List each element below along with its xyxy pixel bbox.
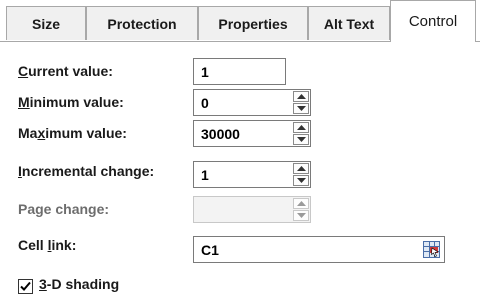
minimum-value-spinner[interactable] [293, 91, 309, 114]
3d-shading-label[interactable]: 3-D shading [39, 276, 119, 292]
incremental-change-label: Incremental change: [18, 163, 155, 179]
incremental-change-input[interactable]: 1 [193, 161, 311, 188]
incremental-change-text: 1 [201, 166, 209, 183]
minimum-value-row: Minimum value: [18, 89, 124, 115]
page-change-spinner [293, 198, 309, 221]
incremental-change-row: Incremental change: [18, 158, 154, 184]
page-change-input [193, 196, 311, 223]
tab-size[interactable]: Size [6, 6, 86, 40]
incremental-change-spinner[interactable] [293, 163, 309, 186]
maximum-value-label: Maximum value: [18, 125, 127, 141]
triangle-down-icon[interactable] [293, 134, 309, 145]
cell-link-label: Cell link: [18, 237, 77, 253]
current-value-row: Current value: [18, 58, 113, 84]
triangle-up-icon[interactable] [293, 91, 309, 102]
minimum-value-label: Minimum value: [18, 94, 124, 110]
minimum-value-text: 0 [201, 94, 209, 111]
page-change-label: Page change: [18, 201, 110, 217]
current-value-label: Current value: [18, 63, 113, 79]
maximum-value-spinner[interactable] [293, 122, 309, 145]
cell-link-text: C1 [201, 241, 219, 258]
triangle-down-icon [293, 210, 309, 221]
triangle-up-icon [293, 198, 309, 209]
page-change-row: Page change: [18, 196, 109, 222]
cell-link-row: Cell link: [18, 232, 76, 258]
maximum-value-input[interactable]: 30000 [193, 120, 311, 147]
minimum-value-input[interactable]: 0 [193, 89, 311, 116]
checkmark-icon [20, 281, 31, 291]
triangle-up-icon[interactable] [293, 163, 309, 174]
triangle-down-icon[interactable] [293, 175, 309, 186]
tab-properties[interactable]: Properties [198, 6, 308, 40]
maximum-value-text: 30000 [201, 125, 240, 142]
tab-strip: Size Protection Properties Alt Text Cont… [0, 0, 480, 42]
current-value-input[interactable]: 1 [193, 58, 286, 85]
cell-link-input[interactable]: C1 [193, 236, 445, 263]
maximum-value-row: Maximum value: [18, 120, 127, 146]
range-select-icon[interactable] [423, 241, 440, 258]
tab-protection[interactable]: Protection [86, 6, 198, 40]
triangle-down-icon[interactable] [293, 103, 309, 114]
tab-alt-text[interactable]: Alt Text [308, 6, 390, 40]
3d-shading-checkbox[interactable] [18, 279, 33, 294]
current-value-text: 1 [201, 63, 209, 80]
tab-control[interactable]: Control [390, 0, 476, 42]
triangle-up-icon[interactable] [293, 122, 309, 133]
